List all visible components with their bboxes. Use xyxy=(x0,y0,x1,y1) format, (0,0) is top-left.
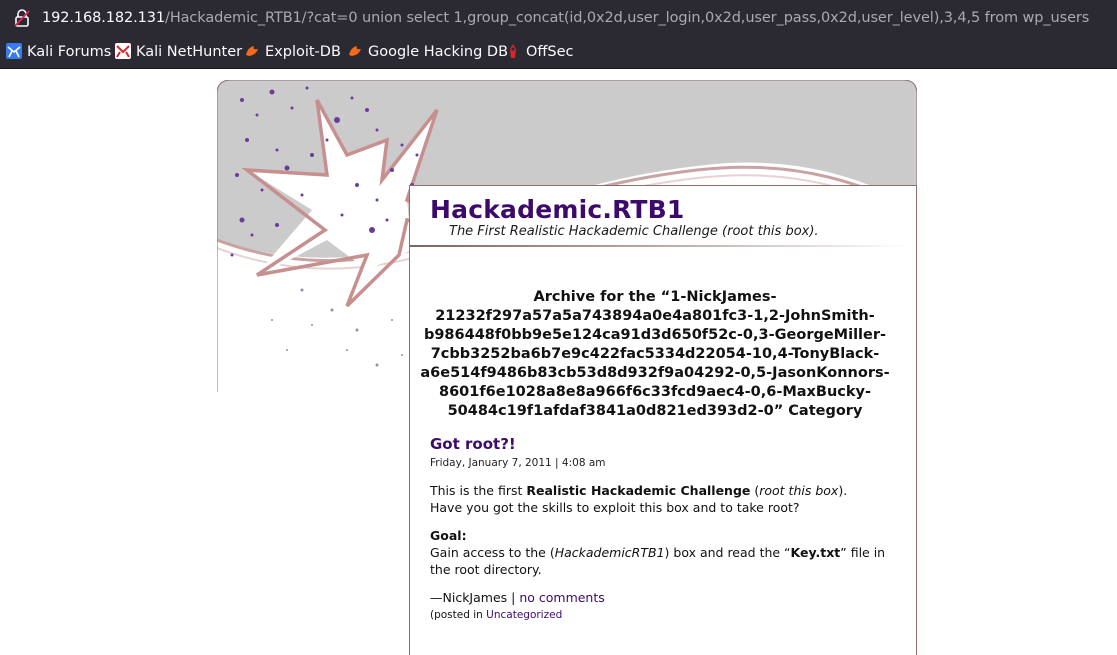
bookmark-label: OffSec xyxy=(526,44,574,60)
web-page: Hackademic.RTB1 The First Realistic Hack… xyxy=(0,69,1117,655)
posted-in-label: (posted in xyxy=(430,609,487,621)
bookmark-label: Google Hacking DB xyxy=(368,44,509,60)
goal-italic: HackademicRTB1 xyxy=(554,545,665,560)
ghdb-icon xyxy=(349,46,361,56)
post-goal: Goal: Gain access to the (HackademicRTB1)… xyxy=(430,527,900,578)
bookmark-label: Kali Forums xyxy=(27,44,112,60)
url-path: /Hackademic_RTB1/?cat=0 union select 1,g… xyxy=(165,10,1090,26)
bookmark-google-hacking-db[interactable]: Google Hacking DB xyxy=(347,43,508,61)
blog-tagline: The First Realistic Hackademic Challenge… xyxy=(449,224,819,239)
intro-text: ). xyxy=(838,483,848,498)
bookmarks-toolbar: Kali Forums Kali NetHunter Exploit-DB Go… xyxy=(0,36,1117,69)
content-panel-top-border xyxy=(409,185,916,186)
nethunter-icon xyxy=(115,43,131,59)
blog-title-link[interactable]: Hackademic.RTB1 xyxy=(430,195,685,224)
post-intro: This is the first Realistic Hackademic C… xyxy=(430,482,900,516)
post-date: Friday, January 7, 2011 | 4:08 am xyxy=(430,457,606,469)
url-text[interactable]: 192.168.182.131/Hackademic_RTB1/?cat=0 u… xyxy=(42,9,1089,27)
comments-link[interactable]: no comments xyxy=(519,590,604,605)
bookmark-label: Exploit-DB xyxy=(265,44,341,60)
post-meta: (posted in Uncategorized xyxy=(430,609,562,621)
goal-label: Goal: xyxy=(430,528,467,543)
intro-text: This is the first xyxy=(430,483,527,498)
exploit-db-icon xyxy=(246,46,258,56)
address-bar[interactable]: 192.168.182.131/Hackademic_RTB1/?cat=0 u… xyxy=(0,0,1117,36)
post-author: —NickJames | xyxy=(430,590,520,605)
bookmark-kali-nethunter[interactable]: Kali NetHunter xyxy=(115,43,242,61)
bookmark-kali-forums[interactable]: Kali Forums xyxy=(6,43,111,61)
category-link[interactable]: Uncategorized xyxy=(486,609,562,621)
archive-heading: Archive for the “1-NickJames-21232f297a5… xyxy=(420,289,890,419)
bookmark-exploit-db[interactable]: Exploit-DB xyxy=(244,43,341,61)
intro-line2: Have you got the skills to exploit this … xyxy=(430,500,800,515)
goal-bold: Key.txt xyxy=(790,545,841,560)
header-divider xyxy=(410,245,910,247)
intro-italic: root this box xyxy=(759,483,839,498)
goal-text: Gain access to the ( xyxy=(430,545,555,560)
bookmark-label: Kali NetHunter xyxy=(136,44,243,60)
intro-text: ( xyxy=(750,483,760,498)
goal-text: ) box and read the “ xyxy=(664,545,791,560)
post-title-link[interactable]: Got root?! xyxy=(430,435,516,453)
offsec-icon xyxy=(510,44,516,58)
insecure-lock-icon[interactable] xyxy=(13,8,31,28)
url-host: 192.168.182.131 xyxy=(42,10,166,26)
intro-bold: Realistic Hackademic Challenge xyxy=(526,483,751,498)
bookmark-offsec[interactable]: OffSec xyxy=(505,43,574,61)
kali-icon xyxy=(6,43,22,59)
post-signature: —NickJames | no comments xyxy=(430,590,605,605)
